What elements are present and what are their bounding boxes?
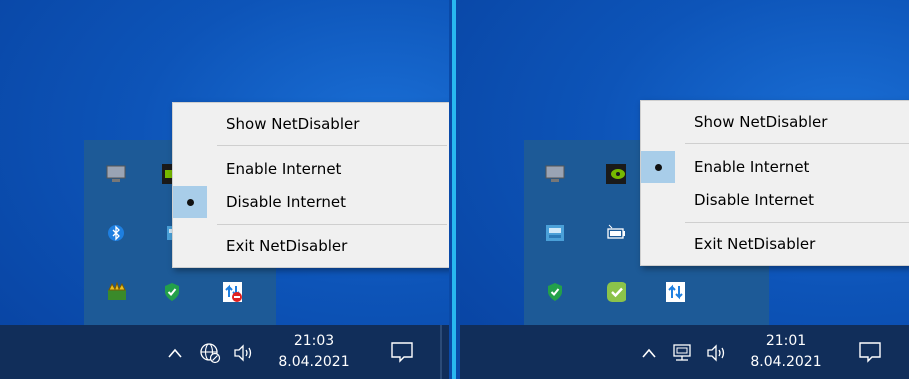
clock-time: 21:01 [765,333,807,349]
menu-item-show[interactable]: Show NetDisabler [173,108,449,140]
menu-item-exit[interactable]: Exit NetDisabler [173,230,449,262]
menu-separator [217,224,447,225]
menu-item-label: Exit NetDisabler [694,235,816,253]
radio-bullet-icon [173,186,207,218]
menu-separator [217,145,447,146]
taskbar: 21:03 8.04.2021 [0,325,449,379]
clock-date: 8.04.2021 [750,354,822,370]
usb-crown-icon[interactable] [106,282,126,302]
clock-date: 8.04.2021 [278,354,350,370]
netdisabler-disabled-icon[interactable] [222,282,242,302]
menu-item-enable[interactable]: Enable Internet [173,153,449,185]
green-check-icon[interactable] [606,282,626,302]
speaker-icon[interactable] [232,342,254,364]
network-app-icon[interactable] [545,223,565,243]
menu-separator [685,143,909,144]
bluetooth-icon[interactable] [106,223,126,243]
menu-item-label: Disable Internet [694,191,814,209]
taskbar: 21:01 8.04.2021 [460,325,909,379]
menu-item-exit[interactable]: Exit NetDisabler [641,228,909,260]
menu-item-label: Show NetDisabler [226,115,360,133]
taskbar-clock[interactable]: 21:01 8.04.2021 [750,331,822,373]
menu-item-disable[interactable]: Disable Internet [641,184,909,216]
netdisabler-enabled-icon[interactable] [665,282,685,302]
menu-item-show[interactable]: Show NetDisabler [641,106,909,138]
monitor-icon[interactable] [106,164,126,184]
globe-disconnected-icon[interactable] [199,342,221,364]
screenshot-right: Show NetDisabler Enable Internet Disable… [460,0,909,379]
shield-check-icon[interactable] [545,282,565,302]
shield-check-icon[interactable] [162,282,182,302]
notification-icon[interactable] [390,340,414,364]
menu-item-disable[interactable]: Disable Internet [173,186,449,218]
screenshot-left: Show NetDisabler Enable Internet Disable… [0,0,449,379]
monitor-icon[interactable] [545,164,565,184]
taskbar-clock[interactable]: 21:03 8.04.2021 [278,331,350,373]
menu-item-label: Disable Internet [226,193,346,211]
speaker-icon[interactable] [705,342,727,364]
taskbar-separator [440,325,442,379]
menu-item-label: Enable Internet [694,158,810,176]
menu-item-label: Exit NetDisabler [226,237,348,255]
nvidia-icon[interactable] [606,164,626,184]
notification-icon[interactable] [858,340,882,364]
chevron-up-icon[interactable] [638,342,660,364]
menu-item-enable[interactable]: Enable Internet [641,151,909,183]
menu-item-label: Show NetDisabler [694,113,828,131]
context-menu: Show NetDisabler Enable Internet Disable… [172,102,449,268]
context-menu: Show NetDisabler Enable Internet Disable… [640,100,909,266]
menu-separator [685,222,909,223]
image-divider [449,0,460,379]
battery-icon[interactable] [606,223,626,243]
radio-bullet-icon [641,151,675,183]
clock-time: 21:03 [293,333,335,349]
network-wired-icon[interactable] [671,342,693,364]
chevron-up-icon[interactable] [164,342,186,364]
menu-item-label: Enable Internet [226,160,342,178]
